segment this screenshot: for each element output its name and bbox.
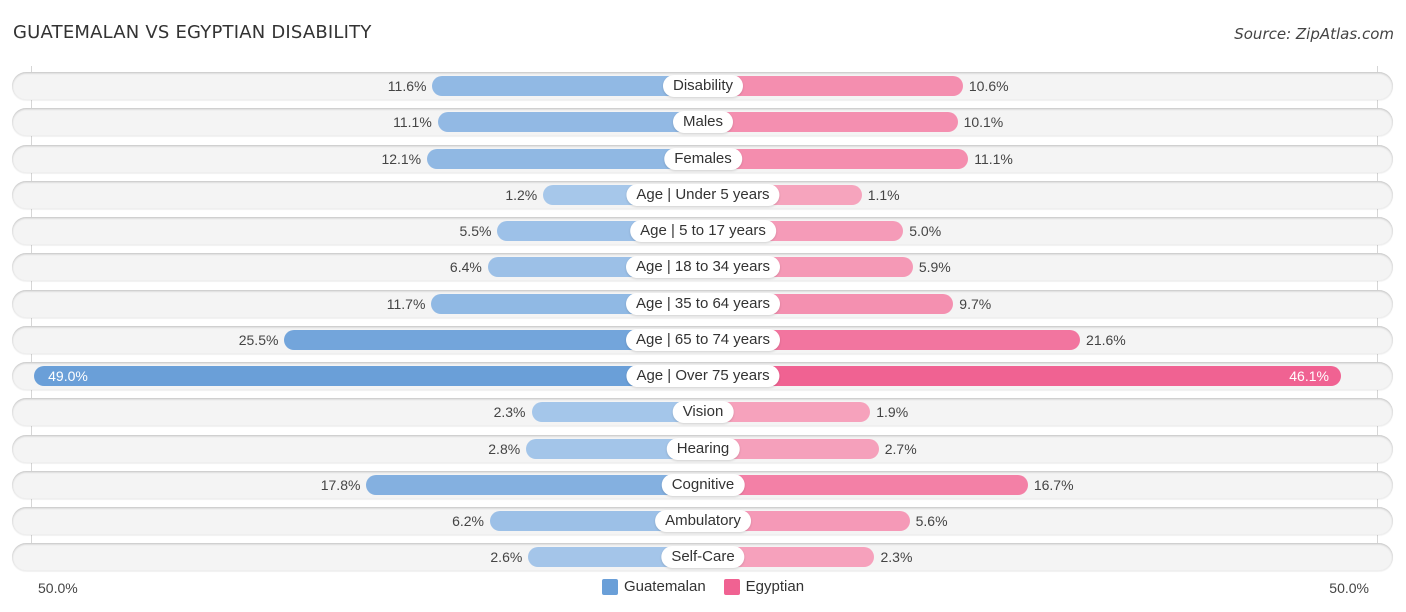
value-label-egyptian: 46.1% bbox=[1289, 368, 1329, 384]
value-label-guatemalan: 5.5% bbox=[459, 223, 492, 239]
chart-row: 2.6% 2.3% Self-Care bbox=[12, 543, 1393, 572]
chart-row: 17.8% 16.7% Cognitive bbox=[12, 470, 1393, 499]
category-label: Age | 5 to 17 years bbox=[630, 220, 776, 242]
chart-title: GUATEMALAN VS EGYPTIAN DISABILITY bbox=[13, 22, 372, 43]
legend-swatch-egyptian bbox=[723, 578, 740, 595]
chart-row: 6.4% 5.9% Age | 18 to 34 years bbox=[12, 253, 1393, 282]
chart-row: 11.1% 10.1% Males bbox=[12, 108, 1393, 137]
category-label: Females bbox=[664, 147, 742, 170]
chart-row: 6.2% 5.6% Ambulatory bbox=[12, 507, 1393, 535]
category-label: Hearing bbox=[666, 437, 740, 460]
value-label-egyptian: 5.6% bbox=[915, 513, 948, 529]
category-label: Self-Care bbox=[661, 546, 745, 569]
value-label-egyptian: 10.6% bbox=[968, 78, 1009, 94]
value-label-egyptian: 2.7% bbox=[884, 440, 917, 457]
value-label-guatemalan: 2.3% bbox=[493, 404, 526, 421]
value-label-guatemalan: 25.5% bbox=[238, 331, 279, 348]
value-label-egyptian: 11.1% bbox=[974, 150, 1013, 167]
value-label-egyptian: 5.0% bbox=[909, 223, 942, 239]
chart-row: 1.2% 1.1% Age | Under 5 years bbox=[12, 180, 1393, 209]
value-label-egyptian: 10.1% bbox=[963, 114, 1004, 131]
category-label: Vision bbox=[672, 401, 734, 424]
bar-egyptian[interactable] bbox=[703, 474, 1028, 495]
value-label-egyptian: 9.7% bbox=[959, 295, 992, 312]
value-label-egyptian: 16.7% bbox=[1033, 476, 1074, 493]
chart-row: 2.8% 2.7% Hearing bbox=[12, 434, 1393, 463]
bar-guatemalan[interactable] bbox=[34, 366, 703, 386]
category-label: Age | 35 to 64 years bbox=[626, 292, 780, 315]
value-label-egyptian: 5.9% bbox=[918, 259, 951, 276]
legend-item-guatemalan[interactable]: Guatemalan bbox=[601, 578, 706, 595]
value-label-guatemalan: 11.7% bbox=[386, 295, 426, 312]
value-label-guatemalan: 11.1% bbox=[393, 114, 432, 131]
chart-row: 11.7% 9.7% Age | 35 to 64 years bbox=[12, 289, 1393, 318]
bar-egyptian[interactable] bbox=[703, 366, 1341, 386]
source-credit: Source: ZipAtlas.com bbox=[1234, 25, 1394, 43]
chart-row: 2.3% 1.9% Vision bbox=[12, 398, 1393, 427]
chart-row: 5.5% 5.0% Age | 5 to 17 years bbox=[12, 217, 1393, 245]
bar-guatemalan[interactable] bbox=[366, 474, 703, 495]
value-label-guatemalan: 6.2% bbox=[452, 513, 484, 529]
value-label-egyptian: 21.6% bbox=[1086, 331, 1126, 348]
value-label-guatemalan: 17.8% bbox=[320, 476, 361, 493]
value-label-egyptian: 2.3% bbox=[880, 549, 913, 566]
legend-item-egyptian[interactable]: Egyptian bbox=[723, 578, 805, 595]
chart-row: 12.1% 11.1% Females bbox=[12, 144, 1393, 173]
chart-row: 11.6% 10.6% Disability bbox=[12, 72, 1393, 100]
bar-guatemalan[interactable] bbox=[427, 148, 703, 169]
value-label-guatemalan: 2.8% bbox=[488, 440, 521, 457]
legend: Guatemalan Egyptian bbox=[0, 578, 1406, 595]
bar-egyptian[interactable] bbox=[703, 112, 958, 133]
category-label: Age | 18 to 34 years bbox=[626, 256, 780, 279]
value-label-guatemalan: 1.2% bbox=[505, 186, 538, 203]
value-label-guatemalan: 2.6% bbox=[490, 549, 523, 566]
category-label: Cognitive bbox=[661, 473, 745, 496]
value-label-guatemalan: 11.6% bbox=[387, 78, 427, 94]
chart-row: 25.5% 21.6% Age | 65 to 74 years bbox=[12, 325, 1393, 354]
category-label: Ambulatory bbox=[655, 510, 751, 532]
value-label-guatemalan: 49.0% bbox=[48, 368, 88, 384]
bar-guatemalan[interactable] bbox=[437, 112, 703, 133]
category-label: Age | Over 75 years bbox=[626, 365, 780, 387]
chart-row: 49.0% 46.1% Age | Over 75 years bbox=[12, 362, 1393, 390]
category-label: Age | 65 to 74 years bbox=[626, 328, 780, 351]
bar-egyptian[interactable] bbox=[703, 148, 969, 169]
category-label: Age | Under 5 years bbox=[626, 183, 780, 206]
legend-label-egyptian: Egyptian bbox=[745, 578, 805, 595]
value-label-guatemalan: 12.1% bbox=[381, 150, 422, 167]
legend-label-guatemalan: Guatemalan bbox=[623, 578, 706, 595]
category-label: Males bbox=[672, 111, 734, 134]
legend-swatch-guatemalan bbox=[601, 578, 618, 595]
value-label-egyptian: 1.9% bbox=[876, 404, 909, 421]
value-label-egyptian: 1.1% bbox=[867, 186, 900, 203]
value-label-guatemalan: 6.4% bbox=[449, 259, 482, 276]
category-label: Disability bbox=[662, 75, 744, 97]
